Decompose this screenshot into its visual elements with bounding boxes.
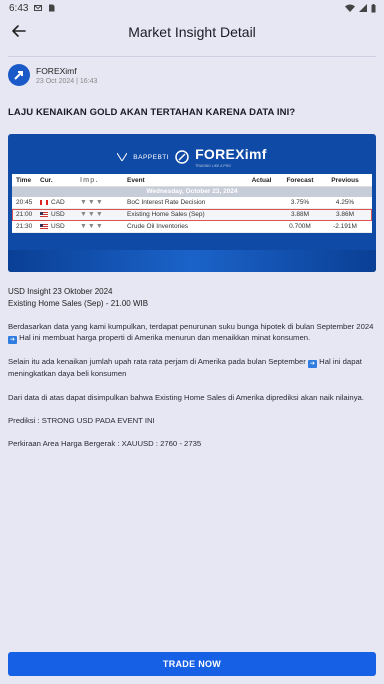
article-title: USD Insight 23 Oktober 2024 xyxy=(8,287,113,296)
author-row: FOREXimf 23 Oct 2024 | 16:43 xyxy=(0,57,384,87)
canada-flag-icon xyxy=(40,200,48,205)
banner-brand: BAPPEBTI FOREXimf TRADING LIKE A PRO xyxy=(8,146,376,168)
banner-tagline: TRADING LIKE A PRO xyxy=(195,164,231,168)
paragraph-text: Selain itu ada kenaikan jumlah upah rata… xyxy=(8,357,306,367)
cell-cur-text: CAD xyxy=(51,199,65,206)
foreximf-logo-icon xyxy=(14,71,23,80)
cell-event: Crude Oil Inventories xyxy=(127,223,189,230)
table-row: 21:30 USD ▼▼▼ Crude Oil Inventories 0.70… xyxy=(12,221,372,233)
article-paragraph: Selain itu ada kenaikan jumlah upah rata… xyxy=(8,356,376,379)
article-headline: LAJU KENAIKAN GOLD AKAN TERTAHAN KARENA … xyxy=(8,107,296,118)
bappebti-logo-icon xyxy=(117,153,128,161)
paragraph-text: Berdasarkan data yang kami kumpulkan, te… xyxy=(8,322,374,332)
impact-icon: ▼▼▼ xyxy=(80,199,104,206)
col-event: Event xyxy=(127,176,145,184)
article-banner-image: BAPPEBTI FOREXimf TRADING LIKE A PRO Tim… xyxy=(8,134,376,272)
gmail-icon xyxy=(34,5,43,11)
signal-icon xyxy=(359,4,367,12)
banner-footer-graphic xyxy=(8,250,376,272)
calendar-header-row: Time Cur. Imp. Event Actual Forecast Pre… xyxy=(12,174,372,187)
us-flag-icon xyxy=(40,212,48,217)
cell-time: 21:00 xyxy=(16,211,33,218)
back-arrow-icon[interactable] xyxy=(10,22,28,40)
article-body: USD Insight 23 Oktober 2024 Existing Hom… xyxy=(0,286,384,449)
col-actual: Actual xyxy=(251,176,272,184)
impact-icon: ▼▼▼ xyxy=(80,211,104,218)
cell-cur: CAD xyxy=(40,199,80,206)
cell-forecast: 3.75% xyxy=(290,199,310,206)
col-time: Time xyxy=(16,176,32,184)
right-arrow-icon: ➔ xyxy=(8,336,17,345)
status-bar: 6:43 xyxy=(0,0,384,16)
cell-previous: 3.86M xyxy=(335,211,355,218)
status-time: 6:43 xyxy=(9,2,29,14)
page-title: Market Insight Detail xyxy=(128,24,256,40)
article-subtitle: Existing Home Sales (Sep) - 21.00 WIB xyxy=(8,298,149,308)
paragraph-text: Hal ini membuat harga properti di Amerik… xyxy=(19,333,311,343)
article-paragraph: Berdasarkan data yang kami kumpulkan, te… xyxy=(8,321,376,345)
article-paragraph: Dari data di atas dapat disimpulkan bahw… xyxy=(8,392,364,402)
banner-brand-name: FOREXimf xyxy=(195,146,267,162)
author-avatar xyxy=(8,64,30,86)
cell-event: BoC Interest Rate Decision xyxy=(127,199,206,206)
table-row-highlighted: 21:00 USD ▼▼▼ Existing Home Sales (Sep) … xyxy=(12,209,372,221)
price-range-text: Perkiraan Area Harga Bergerak : XAUUSD :… xyxy=(8,438,202,448)
cell-cur-text: USD xyxy=(51,223,65,230)
wifi-icon xyxy=(345,4,355,12)
cell-previous: -2.191M xyxy=(333,223,357,230)
economic-calendar-table: Time Cur. Imp. Event Actual Forecast Pre… xyxy=(12,174,372,233)
app-bar: Market Insight Detail xyxy=(0,16,384,48)
calendar-day: Wednesday, October 23, 2024 xyxy=(12,187,372,197)
us-flag-icon xyxy=(40,224,48,229)
cell-event: Existing Home Sales (Sep) xyxy=(127,211,205,218)
right-arrow-icon: ➔ xyxy=(308,360,318,369)
author-name: FOREXimf xyxy=(36,65,77,76)
cell-previous: 4.25% xyxy=(335,199,355,206)
cell-forecast: 3.88M xyxy=(290,211,310,218)
cell-time: 20:45 xyxy=(16,199,33,206)
table-row: 20:45 CAD ▼▼▼ BoC Interest Rate Decision… xyxy=(12,197,372,209)
post-date: 23 Oct 2024 | 16:43 xyxy=(36,77,98,85)
bappebti-text: BAPPEBTI xyxy=(133,153,170,161)
foreximf-banner-logo-icon xyxy=(175,150,189,164)
battery-icon xyxy=(371,3,376,12)
col-forecast: Forecast xyxy=(286,176,314,184)
cell-forecast: 0.700M xyxy=(289,223,311,230)
sd-card-icon xyxy=(49,4,55,12)
trade-now-button[interactable]: TRADE NOW xyxy=(8,652,376,676)
cell-cur: USD xyxy=(40,223,80,230)
col-imp: Imp. xyxy=(80,176,99,184)
col-previous: Previous xyxy=(331,176,359,184)
impact-icon: ▼▼▼ xyxy=(80,223,104,230)
col-cur: Cur. xyxy=(40,176,53,184)
cell-time: 21:30 xyxy=(16,223,33,230)
prediction-text: Prediksi : STRONG USD PADA EVENT INI xyxy=(8,415,155,425)
cell-cur: USD xyxy=(40,211,80,218)
cell-cur-text: USD xyxy=(51,211,65,218)
